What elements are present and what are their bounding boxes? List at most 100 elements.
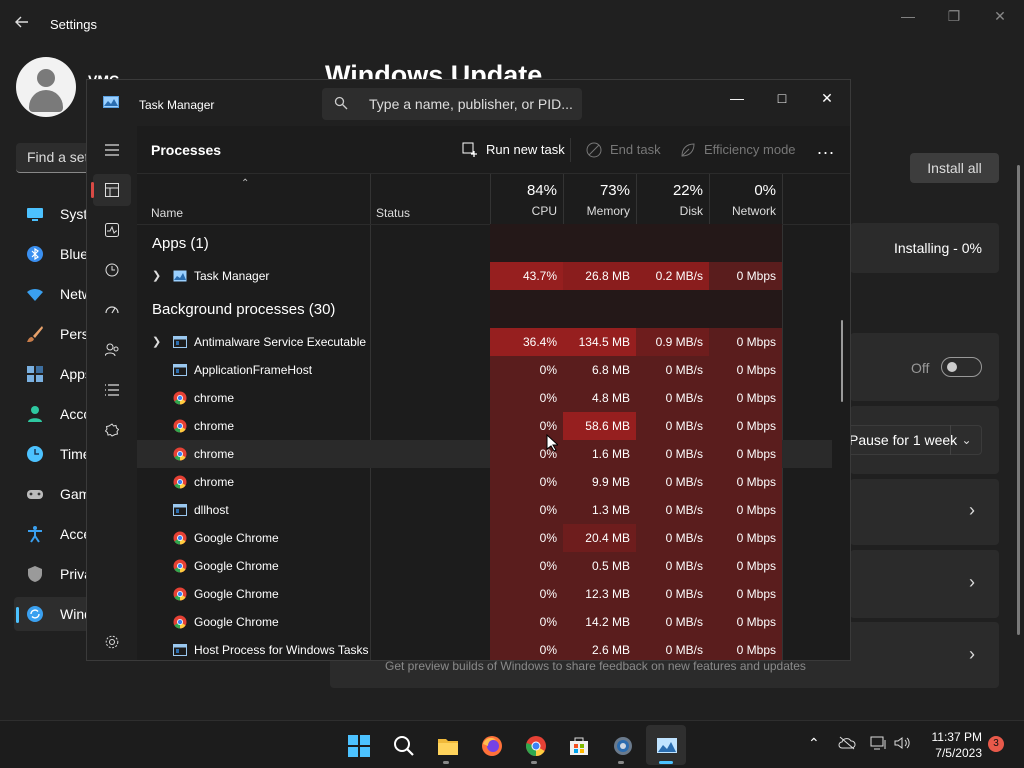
app-history-tab-icon[interactable] xyxy=(93,254,131,286)
minimize-icon[interactable]: — xyxy=(725,86,749,110)
monitor-icon xyxy=(27,208,43,221)
sidebar-item-system[interactable]: System xyxy=(14,197,107,231)
services-tab-icon[interactable] xyxy=(93,414,131,446)
title-bar[interactable]: Task Manager Type a name, publisher, or … xyxy=(87,80,850,126)
startup-apps-tab-icon[interactable] xyxy=(93,294,131,326)
chrome-icon xyxy=(173,559,187,573)
chevron-up-icon[interactable]: ⌃ xyxy=(808,735,820,752)
more-options-icon[interactable]: ... xyxy=(817,138,835,159)
file-explorer-icon[interactable] xyxy=(427,725,467,765)
column-header-name[interactable]: Name xyxy=(151,206,183,220)
run-new-task-button[interactable]: Run new task xyxy=(462,140,565,160)
chrome-icon[interactable] xyxy=(515,725,555,765)
table-row[interactable]: chrome 0% 58.6 MB 0 MB/s 0 Mbps xyxy=(137,412,832,440)
back-arrow-icon[interactable] xyxy=(14,14,34,34)
window-title: Task Manager xyxy=(139,98,215,112)
network-icon[interactable] xyxy=(870,736,888,753)
task-manager-icon xyxy=(103,96,119,108)
table-row[interactable]: Google Chrome 0% 14.2 MB 0 MB/s 0 Mbps xyxy=(137,608,832,636)
settings-scrollbar[interactable] xyxy=(1017,165,1020,635)
column-header-status[interactable]: Status xyxy=(376,206,410,220)
group-header-background[interactable]: Background processes (30) xyxy=(152,301,335,318)
maximize-icon[interactable]: □ xyxy=(770,86,794,110)
table-row[interactable]: chrome 0% 4.8 MB 0 MB/s 0 Mbps xyxy=(137,384,832,412)
avatar[interactable] xyxy=(16,57,76,117)
volume-icon[interactable] xyxy=(894,736,910,753)
task-manager-taskbar-icon[interactable] xyxy=(646,725,686,765)
sort-caret-icon: ⌃ xyxy=(241,178,250,189)
performance-tab-icon[interactable] xyxy=(93,214,131,246)
sidebar-item-privacy[interactable]: Privacy & security xyxy=(14,557,171,591)
latest-updates-toggle[interactable] xyxy=(941,357,982,377)
restore-icon[interactable]: ❐ xyxy=(944,8,964,26)
clock[interactable]: 11:37 PM 7/5/2023 xyxy=(920,729,982,761)
process-list-scrollbar[interactable] xyxy=(841,320,843,402)
hamburger-menu-icon[interactable] xyxy=(93,134,131,166)
column-header-cpu[interactable]: 84% CPU xyxy=(490,174,563,224)
table-row[interactable]: Google Chrome 0% 0.5 MB 0 MB/s 0 Mbps xyxy=(137,552,832,580)
column-header-disk[interactable]: 22% Disk xyxy=(636,174,709,224)
sidebar-item-windows-update[interactable]: Windows Update xyxy=(14,597,166,631)
chrome-icon xyxy=(173,391,187,405)
sidebar-item-accessibility[interactable]: Accessibility xyxy=(14,517,136,551)
person-icon xyxy=(28,406,42,422)
table-row[interactable]: ❯ Task Manager 43.7% 26.8 MB 0.2 MB/s 0 … xyxy=(137,262,832,290)
leaf-icon xyxy=(681,143,695,157)
command-bar: Processes Run new task End task Efficien… xyxy=(137,126,850,174)
microsoft-store-icon[interactable] xyxy=(558,725,598,765)
table-row[interactable]: ApplicationFrameHost 0% 6.8 MB 0 MB/s 0 Mbps xyxy=(137,356,832,384)
chevron-down-icon[interactable]: ⌄ xyxy=(950,425,982,455)
search-icon[interactable] xyxy=(383,725,423,765)
processes-tab-icon[interactable] xyxy=(91,174,131,206)
onedrive-offline-icon[interactable] xyxy=(838,736,856,753)
column-header-network[interactable]: 0% Network xyxy=(709,174,782,224)
update-history-card[interactable] xyxy=(850,479,999,545)
sidebar-item-gaming[interactable]: Gaming xyxy=(14,477,109,511)
navigation-rail xyxy=(87,126,137,660)
find-setting-input[interactable]: Find a setting xyxy=(16,143,96,173)
table-row[interactable]: Google Chrome 0% 12.3 MB 0 MB/s 0 Mbps xyxy=(137,580,832,608)
close-icon[interactable]: ✕ xyxy=(990,8,1010,26)
efficiency-mode-button[interactable]: Efficiency mode xyxy=(680,140,800,160)
advanced-options-card[interactable] xyxy=(850,550,999,618)
controller-icon xyxy=(27,490,43,499)
group-header-apps[interactable]: Apps (1) xyxy=(152,235,209,252)
table-row[interactable]: Google Chrome 0% 20.4 MB 0 MB/s 0 Mbps xyxy=(137,524,832,552)
end-task-button[interactable]: End task xyxy=(586,140,666,160)
table-row[interactable]: chrome 0% 9.9 MB 0 MB/s 0 Mbps xyxy=(137,468,832,496)
chevron-right-icon: › xyxy=(969,500,975,520)
bluetooth-icon xyxy=(27,246,43,262)
column-header-memory[interactable]: 73% Memory xyxy=(563,174,636,224)
table-row[interactable]: chrome 0% 1.6 MB 0 MB/s 0 Mbps xyxy=(137,440,832,468)
table-row[interactable]: Host Process for Windows Tasks 0% 2.6 MB 0 … xyxy=(137,636,832,660)
windows-start-icon[interactable] xyxy=(338,725,378,765)
process-search-input[interactable]: Type a name, publisher, or PID... xyxy=(322,88,582,120)
search-icon xyxy=(334,96,348,110)
shield-icon xyxy=(28,566,42,582)
firefox-icon[interactable] xyxy=(471,725,511,765)
sidebar-item-bluetooth[interactable]: Bluetooth & devices xyxy=(14,237,184,271)
sidebar-item-apps[interactable]: Apps xyxy=(14,357,94,391)
details-tab-icon[interactable] xyxy=(93,374,131,406)
sidebar-item-personalization[interactable]: Personalization xyxy=(14,317,156,351)
sidebar-item-network[interactable]: Network & internet xyxy=(14,277,175,311)
clock-date: 7/5/2023 xyxy=(935,746,982,760)
sidebar-item-time-language[interactable]: Time & language xyxy=(14,437,165,471)
chevron-right-icon[interactable]: ❯ xyxy=(152,335,161,348)
processes-page: Processes Run new task End task Efficien… xyxy=(137,126,850,660)
brush-icon xyxy=(27,326,43,342)
accessibility-icon xyxy=(28,526,42,543)
notification-badge[interactable]: 3 xyxy=(988,736,1004,752)
close-icon[interactable]: ✕ xyxy=(815,86,839,110)
table-row[interactable]: ❯ Antimalware Service Executable 36.4% 134.… xyxy=(137,328,832,356)
apps-icon xyxy=(27,366,43,382)
table-row[interactable]: dllhost 0% 1.3 MB 0 MB/s 0 Mbps xyxy=(137,496,832,524)
settings-icon[interactable] xyxy=(602,725,642,765)
minimize-icon[interactable]: — xyxy=(898,8,918,26)
settings-gear-icon[interactable] xyxy=(93,626,131,658)
users-tab-icon[interactable] xyxy=(93,334,131,366)
taskbar: ⌃ 11:37 PM 7/5/2023 3 xyxy=(0,720,1024,768)
chevron-right-icon[interactable]: ❯ xyxy=(152,269,161,282)
install-all-button[interactable]: Install all xyxy=(910,153,999,183)
sidebar-item-accounts[interactable]: Accounts xyxy=(14,397,118,431)
